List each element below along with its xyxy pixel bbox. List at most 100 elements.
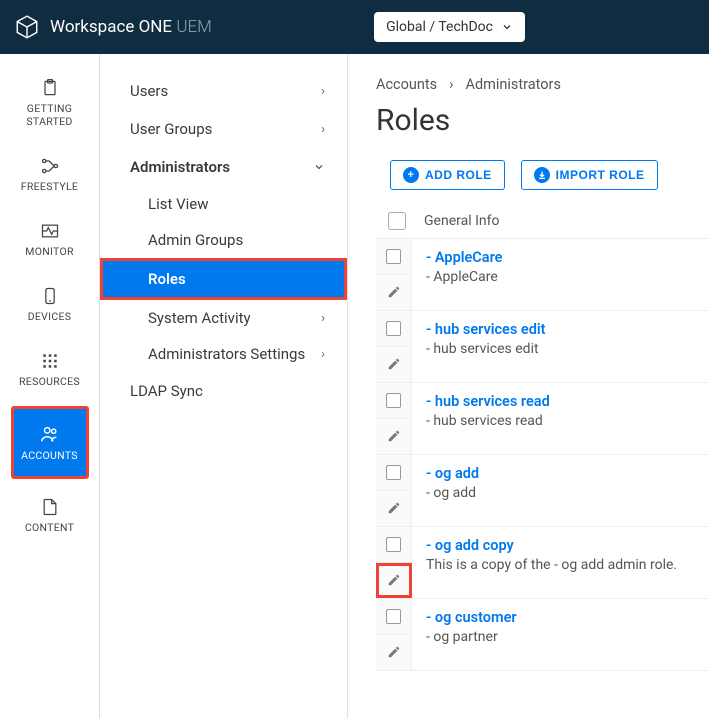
role-name-link[interactable]: - og customer xyxy=(426,609,695,626)
role-description: - hub services read xyxy=(426,413,695,429)
rail-item-label: DEVICES xyxy=(28,310,72,323)
left-rail: GETTING STARTED FREESTYLE MONITOR DEVICE… xyxy=(0,54,100,718)
edit-role-button[interactable] xyxy=(376,419,412,455)
table-header: General Info xyxy=(376,204,709,239)
nav-admin-groups[interactable]: Admin Groups xyxy=(100,222,347,258)
chevron-right-icon: › xyxy=(321,347,325,362)
add-role-button[interactable]: + ADD ROLE xyxy=(390,160,505,190)
product-logo: Workspace ONE UEM xyxy=(14,14,212,40)
role-row: - og customer - og partner xyxy=(376,599,709,671)
role-description: - hub services edit xyxy=(426,341,695,357)
role-name-link[interactable]: - og add copy xyxy=(426,537,695,554)
button-label: ADD ROLE xyxy=(425,168,492,182)
nav-administrators[interactable]: Administrators xyxy=(100,148,347,186)
role-name-link[interactable]: - og add xyxy=(426,465,695,482)
nav-label: Administrators Settings xyxy=(148,345,305,363)
nav-label: User Groups xyxy=(130,120,212,138)
role-description: - og add xyxy=(426,485,695,501)
product-name: Workspace ONE UEM xyxy=(50,17,212,37)
role-checkbox[interactable] xyxy=(386,249,401,264)
chevron-down-icon xyxy=(501,21,513,33)
rail-item-freestyle[interactable]: FREESTYLE xyxy=(11,146,89,203)
nav-users[interactable]: Users › xyxy=(100,72,347,110)
breadcrumb: Accounts › Administrators xyxy=(376,76,709,93)
role-row: - AppleCare - AppleCare xyxy=(376,239,709,311)
pencil-icon xyxy=(387,573,401,587)
role-name-link[interactable]: - hub services read xyxy=(426,393,695,410)
file-icon xyxy=(40,497,60,517)
rail-item-accounts[interactable]: ACCOUNTS xyxy=(11,406,89,479)
nav-user-groups[interactable]: User Groups › xyxy=(100,110,347,148)
rail-item-devices[interactable]: DEVICES xyxy=(11,276,89,333)
download-circle-icon xyxy=(534,167,550,183)
breadcrumb-administrators[interactable]: Administrators xyxy=(466,76,561,93)
role-checkbox[interactable] xyxy=(386,465,401,480)
nav-label: LDAP Sync xyxy=(130,382,203,400)
rail-item-resources[interactable]: RESOURCES xyxy=(11,341,89,398)
role-row: - og add copy This is a copy of the - og… xyxy=(376,527,709,599)
select-all-checkbox[interactable] xyxy=(388,212,406,230)
button-label: IMPORT ROLE xyxy=(556,168,645,182)
edit-role-button[interactable] xyxy=(376,635,412,671)
chevron-right-icon: › xyxy=(321,84,325,99)
rail-item-label: ACCOUNTS xyxy=(21,449,78,462)
org-selector-label: Global / TechDoc xyxy=(386,19,493,35)
nav-label: System Activity xyxy=(148,309,251,327)
pencil-icon xyxy=(387,501,401,515)
pencil-icon xyxy=(387,285,401,299)
edit-role-button[interactable] xyxy=(376,491,412,527)
column-header-general-info: General Info xyxy=(424,213,499,229)
role-row: - hub services read - hub services read xyxy=(376,383,709,455)
nav-roles[interactable]: Roles xyxy=(100,258,347,300)
subnav: Users › User Groups › Administrators Lis… xyxy=(100,54,348,718)
chevron-right-icon: › xyxy=(321,311,325,326)
role-checkbox[interactable] xyxy=(386,537,401,552)
nav-ldap-sync[interactable]: LDAP Sync xyxy=(100,372,347,410)
nodes-icon xyxy=(40,156,60,176)
role-checkbox[interactable] xyxy=(386,609,401,624)
users-icon xyxy=(39,423,61,445)
pencil-icon xyxy=(387,357,401,371)
nav-list-view[interactable]: List View xyxy=(100,186,347,222)
rail-item-monitor[interactable]: MONITOR xyxy=(11,211,89,268)
pulse-icon xyxy=(40,221,60,241)
role-row: - og add - og add xyxy=(376,455,709,527)
role-checkbox[interactable] xyxy=(386,393,401,408)
role-name-link[interactable]: - AppleCare xyxy=(426,249,695,266)
logo-icon xyxy=(14,14,40,40)
rail-item-label: FREESTYLE xyxy=(21,180,78,193)
rail-item-label: RESOURCES xyxy=(19,375,80,388)
role-name-link[interactable]: - hub services edit xyxy=(426,321,695,338)
main-content: Accounts › Administrators Roles + ADD RO… xyxy=(348,54,709,718)
rail-item-label: GETTING STARTED xyxy=(11,102,89,128)
nav-admin-settings[interactable]: Administrators Settings › xyxy=(100,336,347,372)
edit-role-button[interactable] xyxy=(376,275,412,311)
phone-icon xyxy=(40,286,60,306)
grid-icon xyxy=(40,351,60,371)
role-description: - og partner xyxy=(426,629,695,645)
role-description: This is a copy of the - og add admin rol… xyxy=(426,557,695,573)
edit-role-button[interactable] xyxy=(376,563,412,599)
nav-label: Users xyxy=(130,82,168,100)
chevron-right-icon: › xyxy=(321,122,325,137)
rail-item-getting-started[interactable]: GETTING STARTED xyxy=(11,68,89,138)
rail-item-content[interactable]: CONTENT xyxy=(11,487,89,544)
action-bar: + ADD ROLE IMPORT ROLE xyxy=(376,160,709,190)
org-selector[interactable]: Global / TechDoc xyxy=(374,12,525,42)
import-role-button[interactable]: IMPORT ROLE xyxy=(521,160,658,190)
pencil-icon xyxy=(387,645,401,659)
nav-label: Admin Groups xyxy=(148,231,243,249)
chevron-down-icon xyxy=(313,161,325,173)
rail-item-label: CONTENT xyxy=(25,521,74,534)
page-title: Roles xyxy=(376,103,709,138)
rail-item-label: MONITOR xyxy=(25,245,74,258)
nav-label: List View xyxy=(148,195,209,213)
role-checkbox[interactable] xyxy=(386,321,401,336)
nav-system-activity[interactable]: System Activity › xyxy=(100,300,347,336)
pencil-icon xyxy=(387,429,401,443)
edit-role-button[interactable] xyxy=(376,347,412,383)
breadcrumb-accounts[interactable]: Accounts xyxy=(376,76,437,93)
app-header: Workspace ONE UEM Global / TechDoc xyxy=(0,0,709,54)
role-description: - AppleCare xyxy=(426,269,695,285)
plus-circle-icon: + xyxy=(403,167,419,183)
